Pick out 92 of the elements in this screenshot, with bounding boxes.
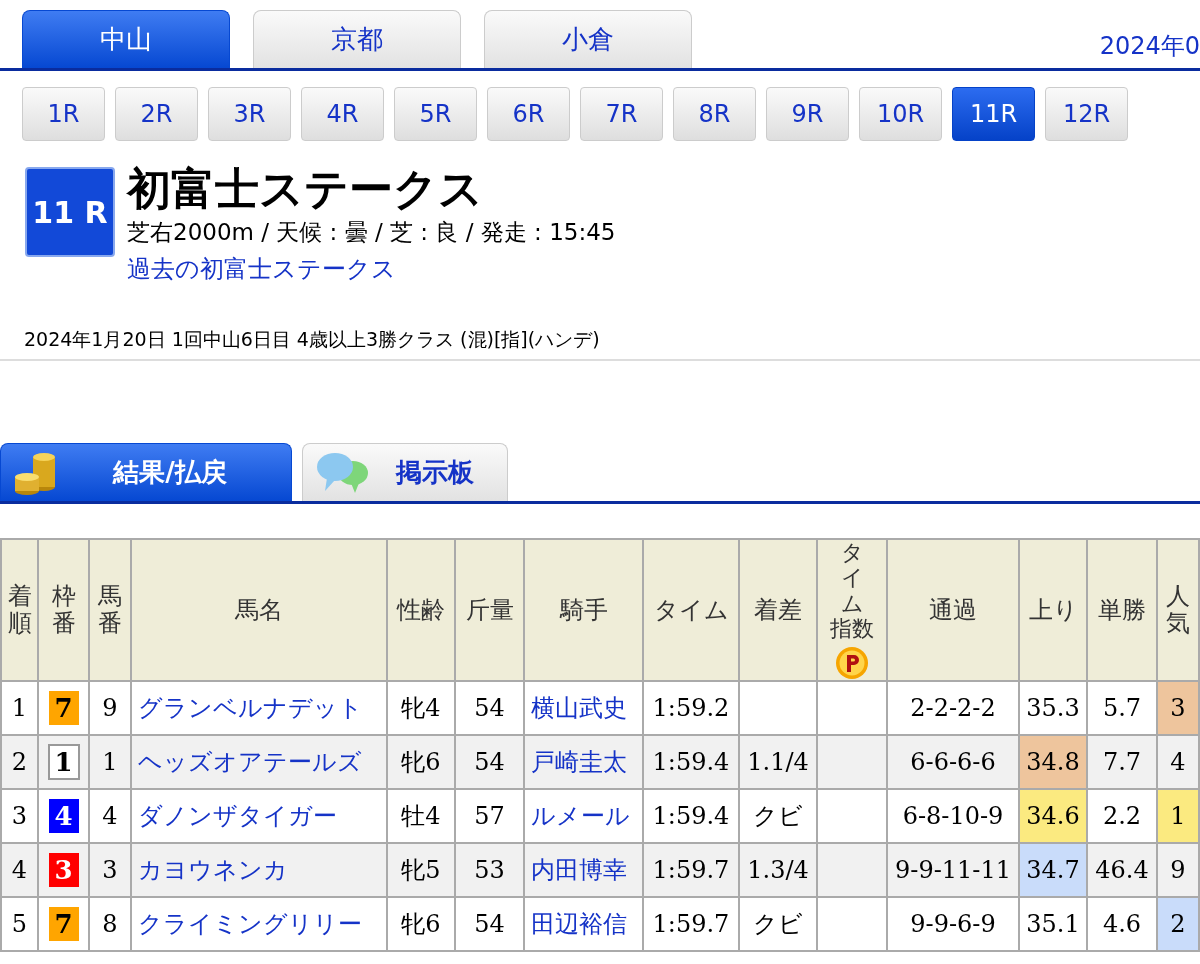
win-odds: 2.2 — [1102, 801, 1142, 830]
content-tab[interactable]: 掲示板 — [302, 443, 508, 501]
race-button[interactable]: 3R — [208, 87, 291, 141]
column-header: 着順 — [7, 583, 32, 637]
finish-time: 1:59.4 — [652, 747, 730, 776]
bracket-number: 3 — [48, 852, 79, 887]
race-details: 2024年1月20日 1回中山6日目 4歳以上3勝クラス (混)[指](ハンデ) — [24, 327, 601, 352]
column-header: 性齢 — [397, 595, 445, 624]
finish-position: 5 — [11, 909, 28, 938]
horse-number: 8 — [102, 909, 118, 938]
weight: 54 — [474, 747, 505, 776]
weight: 54 — [474, 909, 505, 938]
finish-position: 2 — [11, 747, 28, 776]
bracket-number: 7 — [48, 906, 79, 941]
column-header: 馬番 — [98, 583, 122, 637]
column-header: 斤量 — [465, 595, 514, 624]
finish-time: 1:59.7 — [652, 909, 730, 938]
finish-time: 1:59.4 — [652, 801, 730, 830]
race-button[interactable]: 4R — [301, 87, 384, 141]
last-3f-time: 34.6 — [1026, 801, 1080, 830]
column-header: 馬名 — [235, 595, 283, 624]
horse-number: 4 — [102, 801, 118, 830]
popularity-rank: 3 — [1170, 693, 1186, 722]
column-header: 単勝 — [1098, 595, 1146, 624]
weight: 54 — [474, 693, 505, 722]
sex-age: 牝5 — [401, 855, 441, 884]
popularity-rank: 9 — [1170, 855, 1186, 884]
content-tab[interactable]: 結果/払戻 — [0, 443, 292, 501]
bracket-number: 7 — [48, 690, 79, 725]
bracket-number: 1 — [47, 743, 80, 780]
horse-number: 3 — [102, 855, 118, 884]
weight: 53 — [474, 855, 505, 884]
column-header: 着差 — [754, 595, 802, 624]
past-races-link[interactable]: 過去の初富士ステークス — [127, 249, 616, 289]
margin: クビ — [753, 909, 803, 938]
win-odds: 7.7 — [1102, 747, 1142, 776]
passing-order: 6-8-10-9 — [902, 801, 1004, 830]
finish-position: 4 — [11, 855, 28, 884]
race-button[interactable]: 6R — [487, 87, 570, 141]
passing-order: 6-6-6-6 — [910, 747, 996, 776]
column-header: タイム — [653, 595, 729, 624]
race-button[interactable]: 9R — [766, 87, 849, 141]
race-button[interactable]: 10R — [859, 87, 942, 141]
column-header: タイム指数 — [830, 541, 874, 642]
finish-time: 1:59.2 — [652, 693, 730, 722]
race-button[interactable]: 5R — [394, 87, 477, 141]
column-header: 通過 — [929, 595, 977, 624]
finish-position: 1 — [11, 693, 28, 722]
race-number-badge: 11 R — [25, 167, 115, 257]
venue-tab[interactable]: 京都 — [253, 10, 461, 68]
sex-age: 牡4 — [401, 801, 441, 830]
popularity-rank: 1 — [1170, 801, 1186, 830]
last-3f-time: 35.1 — [1026, 909, 1080, 938]
horse-number: 9 — [102, 693, 118, 722]
race-button[interactable]: 11R — [952, 87, 1035, 141]
column-header: 騎手 — [559, 595, 608, 624]
sex-age: 牝6 — [401, 909, 441, 938]
sex-age: 牝4 — [401, 693, 441, 722]
finish-time: 1:59.7 — [652, 855, 730, 884]
margin: 1.3/4 — [747, 855, 809, 884]
passing-order: 9-9-6-9 — [910, 909, 996, 938]
popularity-rank: 2 — [1170, 909, 1186, 938]
win-odds: 46.4 — [1095, 855, 1149, 884]
race-info: 芝右2000m / 天候 : 曇 / 芝 : 良 / 発走 : 15:45 — [127, 218, 616, 247]
race-button[interactable]: 8R — [673, 87, 756, 141]
race-button[interactable]: 1R — [22, 87, 105, 141]
venue-tab[interactable]: 中山 — [22, 10, 230, 68]
horse-number: 1 — [102, 747, 118, 776]
bracket-number: 4 — [48, 798, 79, 833]
last-3f-time: 34.8 — [1026, 747, 1080, 776]
passing-order: 9-9-11-11 — [895, 855, 1011, 884]
sex-age: 牝6 — [401, 747, 441, 776]
last-3f-time: 35.3 — [1026, 693, 1080, 722]
points-coin-icon — [835, 645, 869, 679]
venue-tab[interactable]: 小倉 — [484, 10, 692, 68]
column-header: 人気 — [1166, 583, 1190, 637]
race-button[interactable]: 2R — [115, 87, 198, 141]
passing-order: 2-2-2-2 — [910, 693, 996, 722]
finish-position: 3 — [11, 801, 28, 830]
column-header: 上り — [1028, 595, 1078, 624]
win-odds: 5.7 — [1102, 693, 1142, 722]
margin: クビ — [753, 801, 803, 830]
date-text: 2024年0 — [1099, 31, 1200, 62]
column-header: 枠番 — [51, 583, 76, 637]
race-button[interactable]: 7R — [580, 87, 663, 141]
win-odds: 4.6 — [1102, 909, 1142, 938]
last-3f-time: 34.7 — [1026, 855, 1080, 884]
race-title: 初富士ステークス — [127, 163, 484, 215]
popularity-rank: 4 — [1170, 747, 1186, 776]
margin: 1.1/4 — [747, 747, 809, 776]
race-button[interactable]: 12R — [1045, 87, 1128, 141]
weight: 57 — [474, 801, 505, 830]
